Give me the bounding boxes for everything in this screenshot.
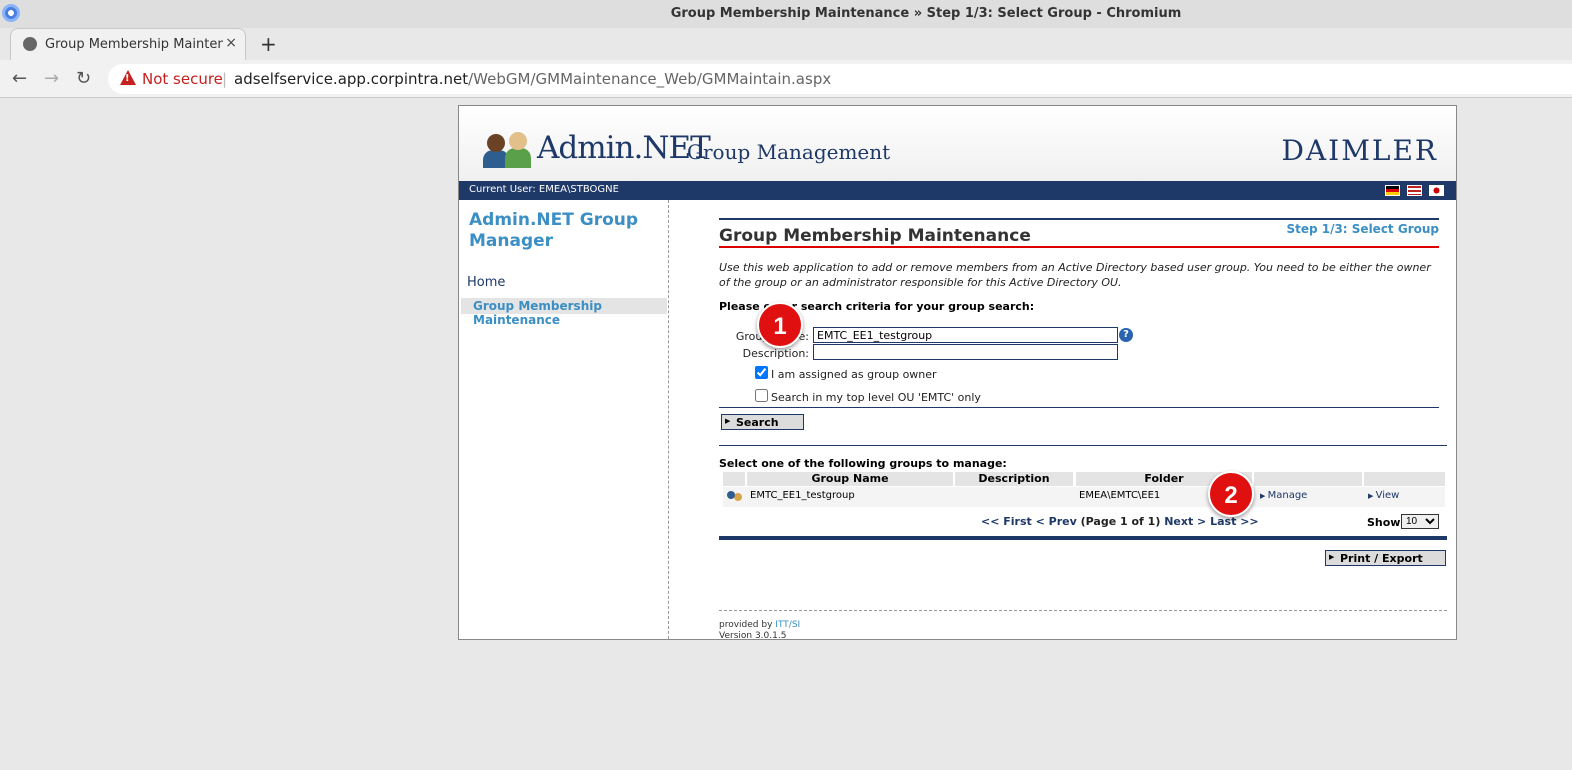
reload-button[interactable]: ↻ xyxy=(76,68,91,89)
annotation-badge-1: 1 xyxy=(757,302,803,348)
page-size-select[interactable]: 10 xyxy=(1401,514,1439,529)
pager-first[interactable]: << First xyxy=(981,515,1032,528)
search-button[interactable]: Search xyxy=(721,414,804,430)
forward-button[interactable]: → xyxy=(44,68,59,89)
footer: provided by ITT/SI Version 3.0.1.5 xyxy=(719,620,801,641)
page-frame: Admin.NET Group Management DAIMLER Curre… xyxy=(458,105,1457,641)
globe-icon xyxy=(23,37,37,51)
company-logo: DAIMLER xyxy=(1281,134,1438,167)
description-label: Description: xyxy=(742,347,809,360)
owner-checkbox-label: I am assigned as group owner xyxy=(771,368,937,381)
pager-info: (Page 1 of 1) xyxy=(1080,515,1161,528)
description-input[interactable] xyxy=(813,344,1118,360)
manage-link[interactable]: Manage xyxy=(1260,490,1308,508)
german-flag-icon[interactable] xyxy=(1385,185,1400,196)
user-bar: Current User: EMEA\STBOGNE xyxy=(459,181,1456,200)
help-icon[interactable]: ? xyxy=(1119,328,1133,342)
pager-last[interactable]: Last >> xyxy=(1210,515,1259,528)
column-header[interactable]: Description xyxy=(955,472,1073,486)
new-tab-button[interactable]: + xyxy=(260,32,277,56)
url-text[interactable]: adselfservice.app.corpintra.net/WebGM/GM… xyxy=(234,70,831,88)
group-name-input[interactable] xyxy=(813,327,1118,343)
results-title: Select one of the following groups to ma… xyxy=(719,457,1007,470)
step-indicator: Step 1/3: Select Group xyxy=(1286,222,1439,236)
sidebar-item-home[interactable]: Home xyxy=(467,275,505,290)
tab-title: Group Membership Maintenance xyxy=(45,37,223,52)
main-content: Step 1/3: Select Group Group Membership … xyxy=(719,200,1447,641)
window-title: Group Membership Maintenance » Step 1/3:… xyxy=(670,6,1182,21)
app-header: Admin.NET Group Management DAIMLER xyxy=(459,106,1456,181)
sidebar-item-group-membership[interactable]: Group Membership Maintenance xyxy=(461,298,667,327)
column-header[interactable]: Group Name xyxy=(747,472,953,486)
page-title: Group Membership Maintenance xyxy=(719,226,1031,246)
annotation-badge-2: 2 xyxy=(1208,471,1254,517)
page-size-label: Show xyxy=(1367,516,1401,529)
owner-checkbox[interactable] xyxy=(755,366,768,379)
brand-subtitle: Group Management xyxy=(687,140,891,164)
url-host: adselfservice.app.corpintra.net xyxy=(234,70,469,88)
not-secure-label[interactable]: Not secure xyxy=(142,70,223,88)
divider xyxy=(719,407,1439,408)
print-export-button[interactable]: Print / Export xyxy=(1325,550,1446,566)
current-user: Current User: EMEA\STBOGNE xyxy=(469,184,619,195)
pager-prev[interactable]: < Prev xyxy=(1036,515,1077,528)
divider xyxy=(719,246,1439,248)
sidebar-title: Admin.NET Group Manager xyxy=(469,210,639,251)
browser-toolbar: ← → ↻ ! Not secure | adselfservice.app.c… xyxy=(0,60,1572,98)
divider xyxy=(719,218,1439,220)
japanese-flag-icon[interactable] xyxy=(1429,185,1444,196)
address-bar[interactable]: ! Not secure | adselfservice.app.corpint… xyxy=(108,64,1572,94)
version-text: Version 3.0.1.5 xyxy=(719,631,787,641)
toplevel-ou-checkbox[interactable] xyxy=(755,389,768,402)
pager: << First < Prev (Page 1 of 1) Next > Las… xyxy=(981,515,1259,528)
itt-link[interactable]: ITT/SI xyxy=(775,620,800,630)
footer-divider xyxy=(719,610,1447,611)
toplevel-ou-checkbox-label: Search in my top level OU 'EMTC' only xyxy=(771,391,981,404)
group-name-cell: EMTC_EE1_testgroup xyxy=(750,490,855,501)
url-path: /WebGM/GMMaintenance_Web/GMMaintain.aspx xyxy=(468,70,832,88)
brand-title: Admin.NET xyxy=(537,130,711,166)
browser-tab[interactable]: Group Membership Maintenance × xyxy=(10,28,246,60)
divider xyxy=(719,445,1447,446)
view-link[interactable]: View xyxy=(1368,490,1400,508)
folder-cell: EMEA\EMTC\EE1 xyxy=(1079,490,1161,501)
close-tab-icon[interactable]: × xyxy=(225,35,237,51)
sidebar: Admin.NET Group Manager Home Group Membe… xyxy=(459,200,669,639)
divider xyxy=(719,536,1447,540)
group-icon xyxy=(727,491,743,503)
intro-text: Use this web application to add or remov… xyxy=(719,261,1431,289)
back-button[interactable]: ← xyxy=(12,68,27,89)
window-titlebar: Group Membership Maintenance » Step 1/3:… xyxy=(0,0,1572,28)
english-flag-icon[interactable] xyxy=(1407,185,1422,196)
pager-next[interactable]: Next > xyxy=(1164,515,1206,528)
users-logo-icon xyxy=(483,130,533,170)
